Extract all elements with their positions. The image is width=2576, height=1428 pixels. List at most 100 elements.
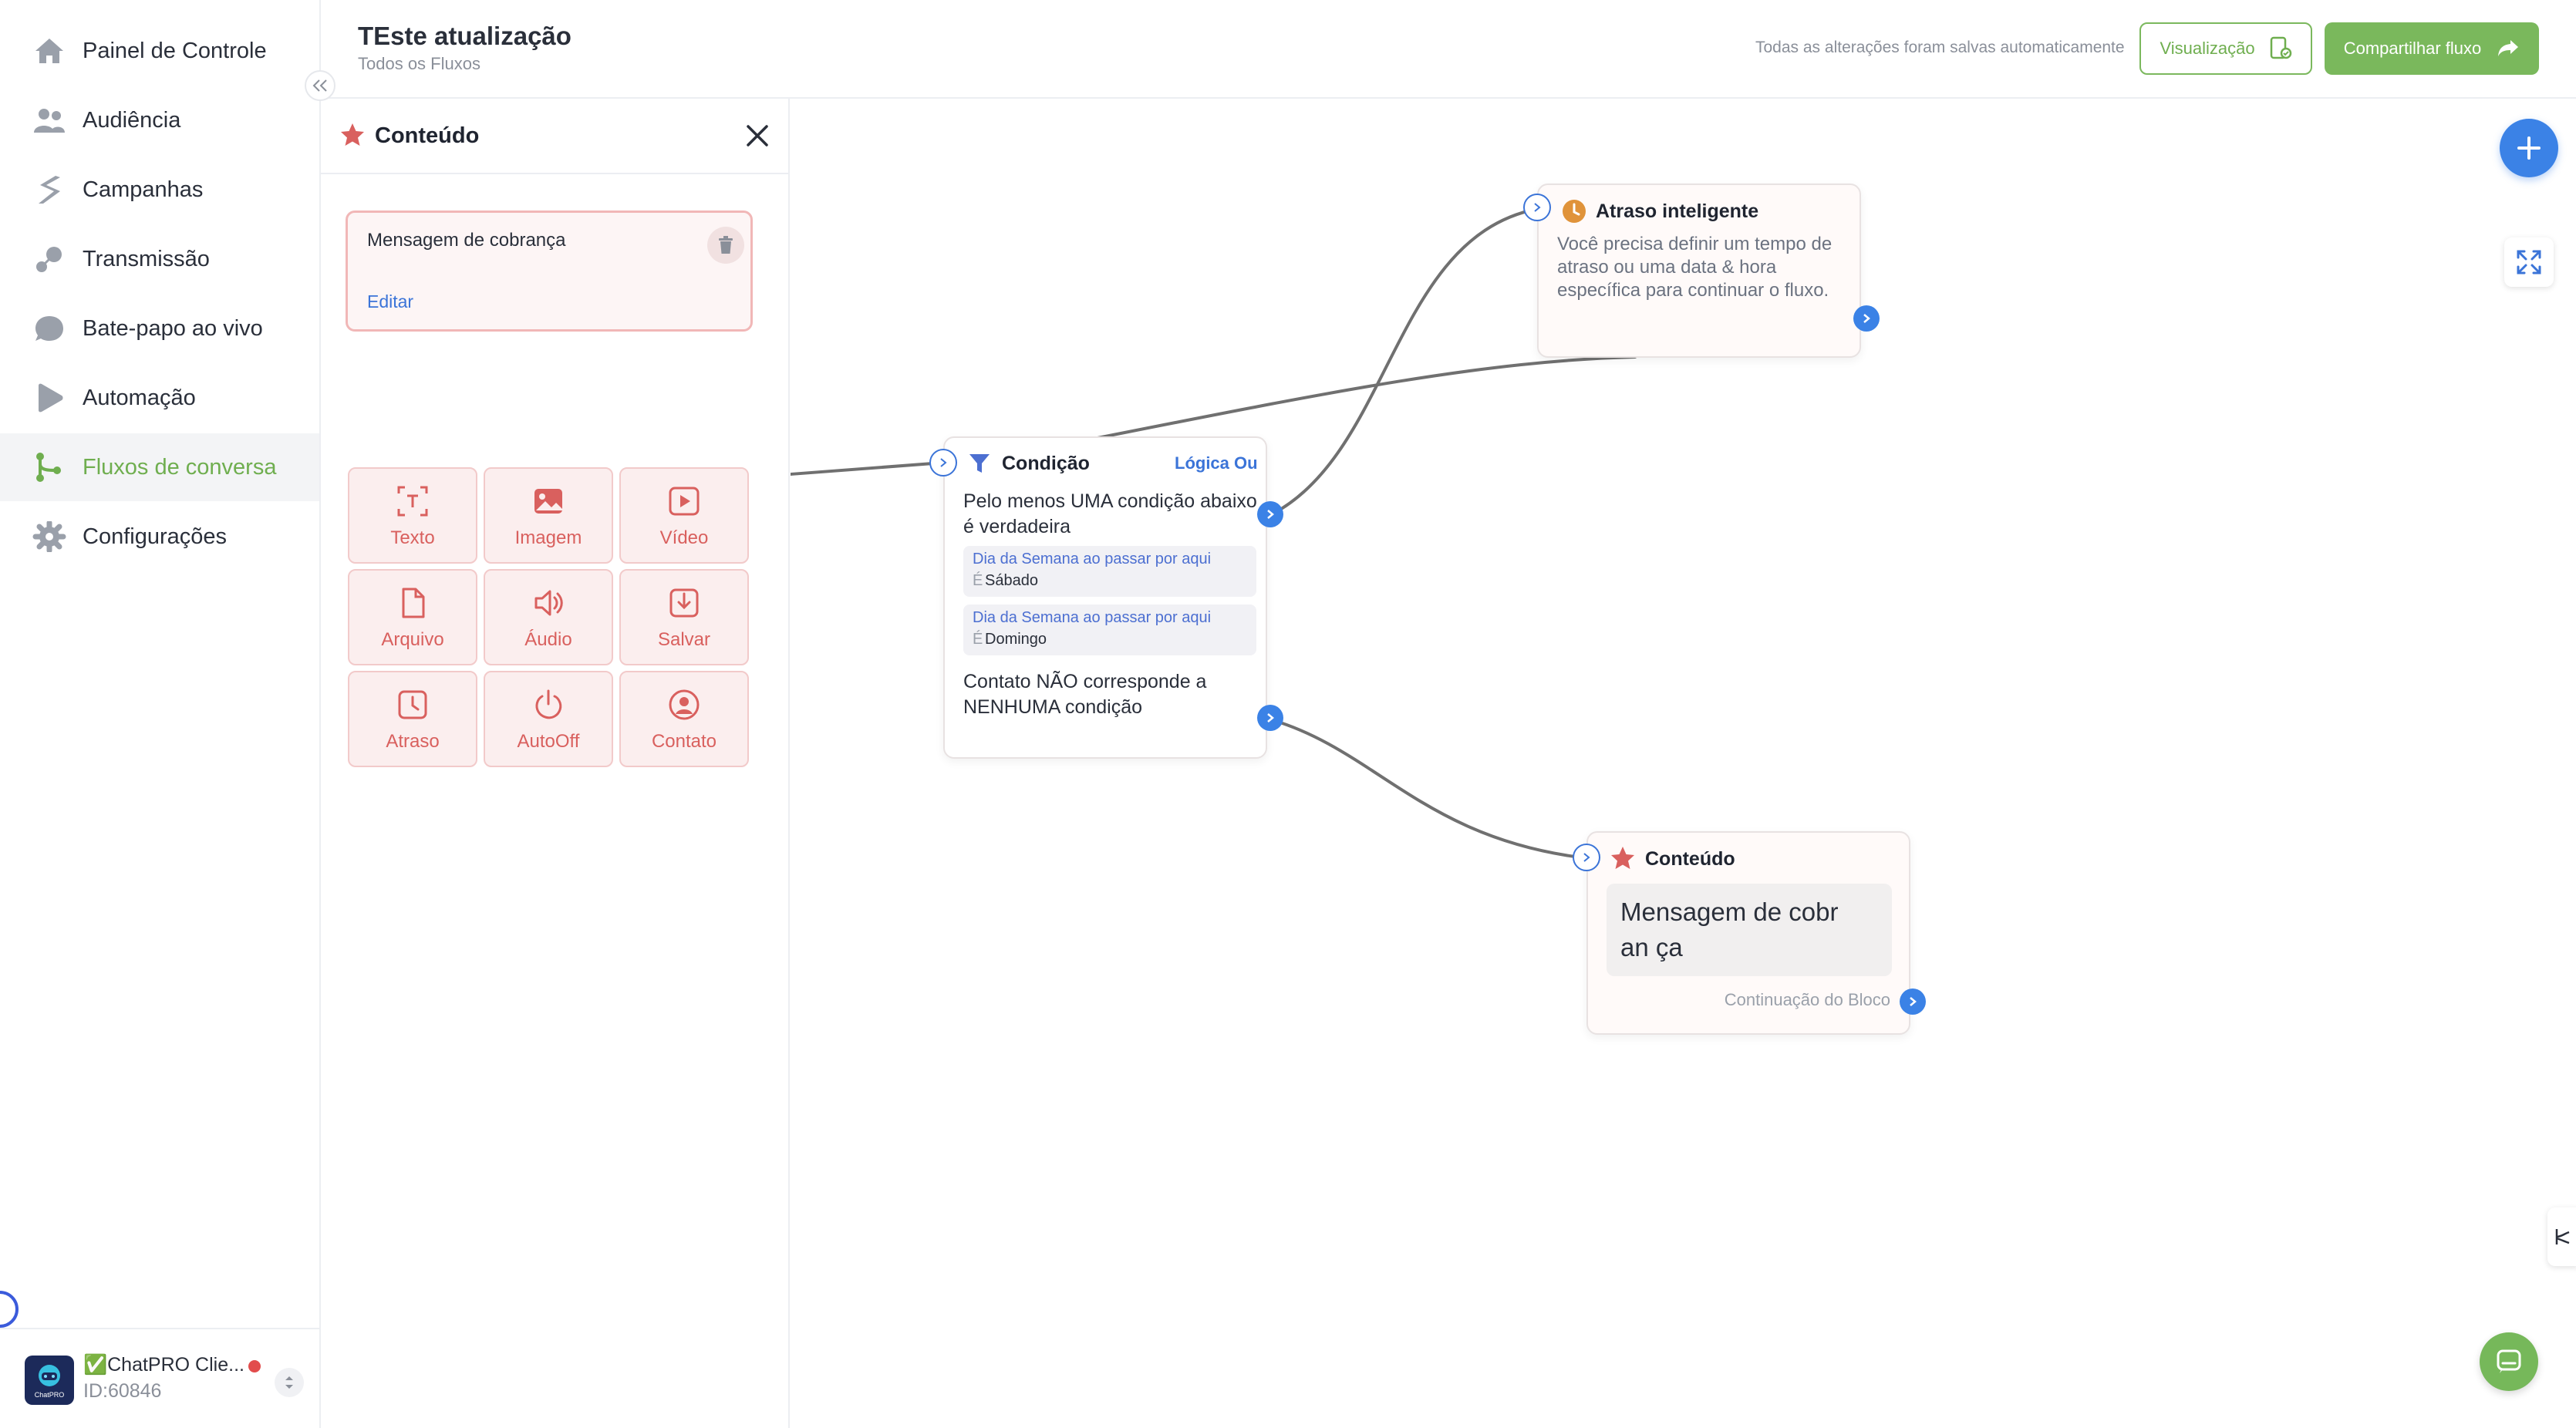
message-bubble[interactable]: Mensagem de cobran ça [1607, 884, 1892, 976]
delete-button[interactable] [707, 227, 744, 264]
campaign-icon [39, 176, 60, 204]
avatar-text: ChatPRO [34, 1391, 65, 1399]
help-ring-icon[interactable] [0, 1291, 19, 1328]
add-save-button[interactable]: Salvar [619, 569, 749, 665]
delay-node[interactable]: Atraso inteligente Você precisa definir … [1537, 184, 1861, 358]
account-id: ID:60846 [83, 1380, 162, 1402]
sidebar-item-audience[interactable]: Audiência [0, 86, 319, 154]
connection-to-delay-background [1088, 355, 1637, 441]
condition-true-output-port[interactable] [1257, 501, 1283, 527]
add-node-button[interactable] [2500, 119, 2558, 177]
status-dot [248, 1360, 261, 1372]
any-true-label: Pelo menos UMA condição abaixo é verdade… [963, 490, 1257, 537]
condition-chip[interactable]: Dia da Semana ao passar por aqui É Domin… [963, 605, 1256, 655]
broadcast-icon [36, 247, 62, 272]
panel-header: Conteúdo [321, 99, 788, 174]
add-video-button[interactable]: Vídeo [619, 467, 749, 564]
star-icon [1611, 847, 1634, 869]
condition-field: Dia da Semana ao passar por aqui [973, 551, 1212, 567]
chevron-right-icon [940, 458, 947, 467]
content-panel: Conteúdo Mensagem de cobrança Editar Tex… [321, 99, 790, 1428]
add-autooff-button[interactable]: AutoOff [484, 671, 613, 767]
content-input-port[interactable] [1573, 844, 1600, 871]
none-match-label: Contato NÃO corresponde a NENHUMA condiç… [963, 671, 1207, 718]
audio-icon [534, 590, 563, 616]
condition-node-title: Condição [1002, 453, 1090, 474]
share-flow-button[interactable]: Compartilhar fluxo [2325, 22, 2539, 75]
message-card[interactable]: Mensagem de cobrança Editar [346, 210, 753, 332]
condition-input-port[interactable] [929, 449, 957, 477]
condition-operator: É [973, 631, 983, 648]
sidebar-item-live-chat[interactable]: Bate-papo ao vivo [0, 295, 319, 362]
chevron-right-icon [1583, 853, 1590, 862]
condition-field: Dia da Semana ao passar por aqui [973, 609, 1212, 626]
sidebar-item-settings[interactable]: Configurações [0, 503, 319, 571]
connection-condition-to-content [1269, 718, 1588, 860]
add-contact-button[interactable]: Contato [619, 671, 749, 767]
chevron-right-icon [1910, 997, 1917, 1006]
delay-input-port[interactable] [1523, 194, 1551, 221]
fit-view-button[interactable] [2504, 237, 2554, 287]
side-drawer-tab[interactable] [2547, 1207, 2576, 1266]
logic-mode-link[interactable]: Lógica Ou [1175, 453, 1258, 473]
sidebar-item-conversation-flows[interactable]: Fluxos de conversa [0, 433, 319, 501]
delay-output-port[interactable] [1853, 305, 1880, 332]
power-icon [535, 689, 562, 719]
condition-chip[interactable]: Dia da Semana ao passar por aqui É Sábad… [963, 546, 1256, 597]
sidebar-item-automation[interactable]: Automação [0, 364, 319, 432]
add-file-button[interactable]: Arquivo [348, 569, 477, 665]
condition-false-output-port[interactable] [1257, 705, 1283, 731]
gear-icon [32, 521, 66, 552]
plus-icon [2517, 136, 2541, 160]
tool-label: Atraso [386, 731, 440, 752]
tool-label: Texto [390, 527, 435, 548]
delay-node-text: Você precisa definir um tempo de atraso … [1557, 234, 1833, 301]
content-output-port[interactable] [1900, 988, 1926, 1015]
content-node-title: Conteúdo [1645, 848, 1735, 870]
file-icon [402, 588, 425, 618]
video-icon [669, 487, 700, 516]
flow-icon [36, 453, 61, 482]
sidebar-item-label: Campanhas [83, 177, 204, 202]
add-text-button[interactable]: Texto [348, 467, 477, 564]
switch-account-icon[interactable] [275, 1368, 304, 1397]
preview-label: Visualização [2160, 39, 2255, 58]
condition-node[interactable]: Condição Lógica Ou Pelo menos UMA condiç… [943, 436, 1267, 759]
message-card-title: Mensagem de cobrança [367, 230, 566, 251]
content-node[interactable]: Conteúdo Mensagem de cobran ça Continuaç… [1586, 831, 1910, 1035]
page-title: TEste atualização [358, 22, 572, 50]
connection-condition-to-delay [1269, 207, 1539, 517]
chevron-right-icon [1267, 713, 1274, 722]
sidebar-item-label: Painel de Controle [83, 38, 267, 63]
tool-label: AutoOff [517, 731, 580, 752]
flow-canvas[interactable]: Atraso inteligente Você precisa definir … [791, 99, 2576, 1428]
add-audio-button[interactable]: Áudio [484, 569, 613, 665]
contact-icon [669, 689, 700, 720]
users-icon [34, 109, 65, 133]
share-label: Compartilhar fluxo [2343, 39, 2482, 58]
header: TEste atualização Todos os Fluxos Todas … [321, 0, 2576, 99]
add-image-button[interactable]: Imagem [484, 467, 613, 564]
edit-link[interactable]: Editar [367, 291, 413, 312]
chevron-right-icon [1863, 314, 1870, 323]
sidebar-item-broadcast[interactable]: Transmissão [0, 225, 319, 293]
sidebar: Painel de Controle Audiência Campanhas T… [0, 0, 321, 1428]
clock-icon [398, 690, 427, 719]
add-delay-button[interactable]: Atraso [348, 671, 477, 767]
tool-label: Contato [651, 731, 717, 752]
flow-branch-icon [2555, 1229, 2570, 1244]
tool-label: Arquivo [381, 629, 444, 650]
chat-launcher-button[interactable] [2480, 1332, 2538, 1391]
sidebar-item-campaigns[interactable]: Campanhas [0, 156, 319, 224]
sidebar-item-label: Bate-papo ao vivo [83, 315, 263, 341]
text-icon [397, 486, 428, 517]
message-bubble-text: Mensagem de cobran ça [1620, 898, 1839, 962]
block-continuation-label: Continuação do Bloco [1724, 990, 1890, 1009]
collapse-sidebar-button[interactable] [305, 70, 335, 101]
close-icon[interactable] [742, 120, 773, 151]
account-switcher[interactable]: ChatPRO ✅ChatPRO Clie... ID:60846 [0, 1328, 319, 1428]
breadcrumb[interactable]: Todos os Fluxos [358, 54, 480, 74]
sidebar-item-dashboard[interactable]: Painel de Controle [0, 17, 319, 85]
delay-node-title: Atraso inteligente [1596, 200, 1759, 222]
preview-button[interactable]: Visualização [2139, 22, 2312, 75]
